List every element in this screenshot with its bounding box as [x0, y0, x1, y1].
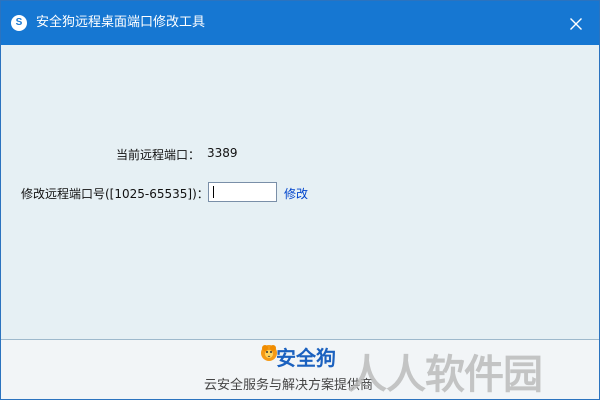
security-dog-logo-icon: S: [11, 15, 27, 31]
application-window: S 安全狗远程桌面端口修改工具 当前远程端口： 3389 修改远程端口号([10…: [0, 0, 600, 400]
close-button[interactable]: [567, 12, 585, 34]
title-bar[interactable]: S 安全狗远程桌面端口修改工具: [1, 1, 599, 45]
close-icon: [570, 18, 582, 30]
main-panel: 当前远程端口： 3389 修改远程端口号([1025-65535])： 修改: [1, 45, 599, 339]
brand-name: 安全狗: [276, 346, 336, 370]
new-port-input[interactable]: [208, 182, 277, 202]
text-cursor: [213, 186, 214, 198]
current-port-value: 3389: [207, 146, 238, 160]
current-port-label: 当前远程端口：: [116, 148, 201, 162]
new-port-label: 修改远程端口号([1025-65535])：: [21, 187, 209, 201]
modify-link[interactable]: 修改: [284, 185, 308, 202]
footer-panel: 安全狗 云安全服务与解决方案提供商 人人软件园: [1, 340, 599, 399]
window-title: 安全狗远程桌面端口修改工具: [36, 15, 206, 30]
watermark-text: 人人软件园: [347, 352, 543, 398]
